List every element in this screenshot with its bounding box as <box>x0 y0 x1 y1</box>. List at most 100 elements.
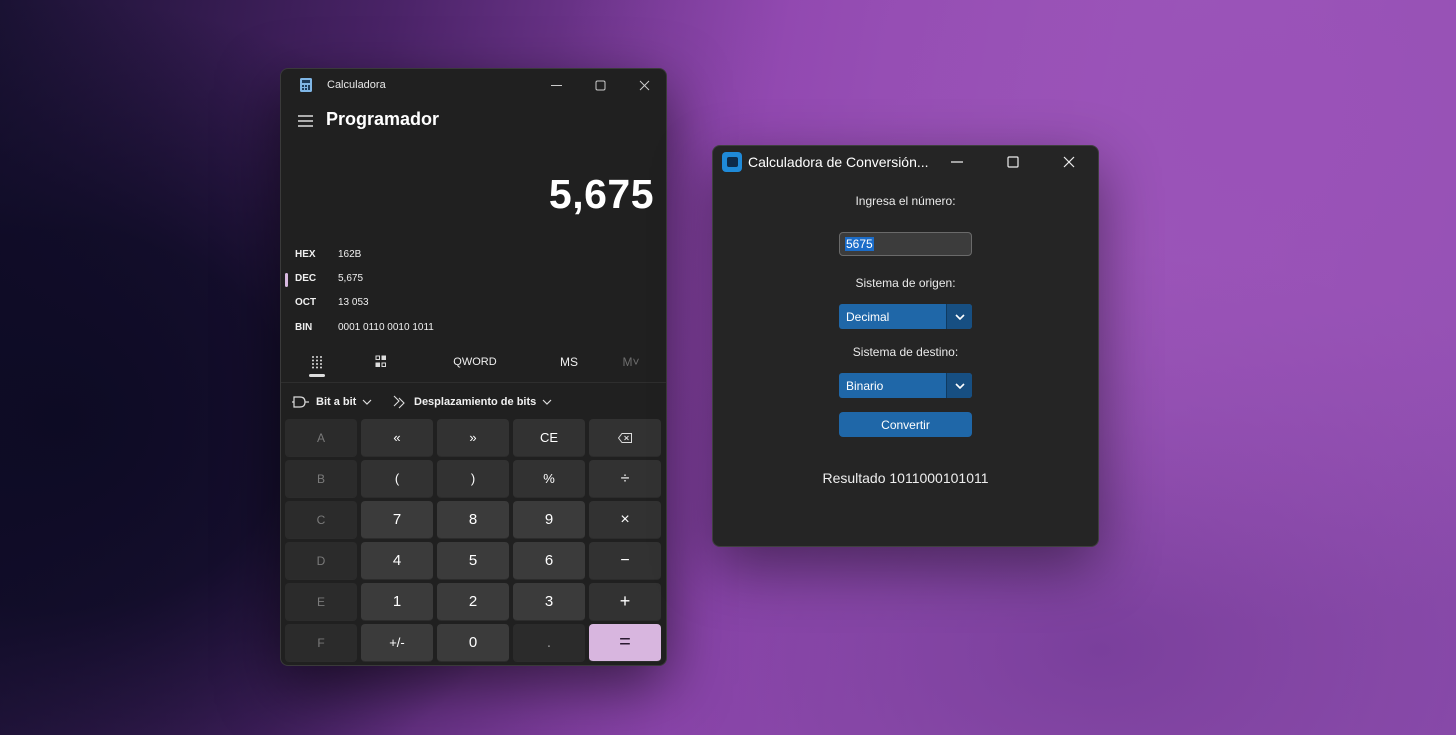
radix-label: OCT <box>295 297 317 308</box>
input-label: Ingresa el número: <box>855 194 956 208</box>
convert-button[interactable]: Convertir <box>839 412 972 437</box>
operators-bar: Bit a bit Desplazamiento de bits <box>281 387 666 417</box>
key-7[interactable]: 7 <box>361 501 433 539</box>
converter-minimize-button[interactable] <box>935 146 979 178</box>
number-input[interactable]: 5675 <box>839 232 972 256</box>
active-radix-indicator <box>285 273 288 287</box>
bit-toggling-keypad-tab[interactable] <box>365 347 397 377</box>
key-backspace[interactable] <box>589 419 661 457</box>
key-0[interactable]: 0 <box>437 624 509 662</box>
maximize-icon <box>595 80 605 90</box>
key-multiply[interactable]: × <box>589 501 661 539</box>
key-percent[interactable]: % <box>513 460 585 498</box>
radix-row-oct[interactable]: OCT 13 053 <box>281 292 666 316</box>
origin-label: Sistema de origen: <box>855 276 956 290</box>
bitwise-label: Bit a bit <box>316 396 357 408</box>
full-keypad-tab[interactable] <box>301 347 333 377</box>
key-hex-b[interactable]: B <box>285 460 357 498</box>
programmer-modebar: QWORD MS M˅ <box>281 347 666 381</box>
radix-row-dec[interactable]: DEC 5,675 <box>281 268 666 292</box>
destination-system-value: Binario <box>846 379 884 393</box>
key-2[interactable]: 2 <box>437 583 509 621</box>
radix-value: 5,675 <box>338 273 364 284</box>
converter-maximize-button[interactable] <box>991 146 1035 178</box>
chevron-down-icon <box>954 313 965 320</box>
key-add[interactable]: + <box>589 583 661 621</box>
calculator-close-button[interactable] <box>622 69 666 101</box>
converter-window-title: Calculadora de Conversión... <box>748 154 929 170</box>
keypad-grid-icon <box>312 356 322 369</box>
calculator-window-title: Calculadora <box>327 79 386 91</box>
bitwise-dropdown[interactable]: Bit a bit <box>292 387 372 417</box>
destination-label: Sistema de destino: <box>852 345 959 359</box>
origin-system-select[interactable]: Decimal <box>839 304 972 329</box>
radix-value: 13 053 <box>338 297 369 308</box>
bitshift-icon <box>393 395 405 409</box>
origin-system-value: Decimal <box>846 310 890 324</box>
radix-value: 162B <box>338 249 362 260</box>
key-6[interactable]: 6 <box>513 542 585 580</box>
key-clear-entry[interactable]: CE <box>513 419 585 457</box>
backspace-icon <box>618 432 632 443</box>
key-hex-a[interactable]: A <box>285 419 357 457</box>
minimize-icon <box>550 84 562 86</box>
key-left-shift[interactable]: « <box>361 419 433 457</box>
key-4[interactable]: 4 <box>361 542 433 580</box>
converter-window: Calculadora de Conversión... Ingresa el … <box>712 145 1099 547</box>
mode-title: Programador <box>326 109 440 129</box>
close-icon <box>639 80 649 90</box>
converter-app-icon <box>722 152 742 172</box>
close-icon <box>1063 156 1075 168</box>
divider <box>281 382 666 383</box>
calculator-window: Calculadora Programador 5,675 HEX 162B D… <box>280 68 667 666</box>
radix-label: DEC <box>295 273 317 284</box>
radix-row-hex[interactable]: HEX 162B <box>281 244 666 268</box>
bitshift-label: Desplazamiento de bits <box>414 396 537 408</box>
key-3[interactable]: 3 <box>513 583 585 621</box>
maximize-icon <box>1007 156 1019 168</box>
chevron-down-icon <box>362 399 372 405</box>
key-close-paren[interactable]: ) <box>437 460 509 498</box>
selected-tab-indicator <box>309 374 325 377</box>
key-hex-c[interactable]: C <box>285 501 357 539</box>
memory-store-button[interactable]: MS <box>551 347 587 377</box>
radix-value: 0001 0110 0010 1011 <box>338 322 434 333</box>
bit-toggle-icon <box>375 355 386 367</box>
result-display: 5,675 <box>548 171 654 217</box>
calculator-titlebar: Calculadora <box>281 69 666 101</box>
key-hex-e[interactable]: E <box>285 583 357 621</box>
key-right-shift[interactable]: » <box>437 419 509 457</box>
number-input-value: 5675 <box>845 237 874 251</box>
memory-menu-button[interactable]: M˅ <box>613 347 649 377</box>
destination-dropdown-arrow[interactable] <box>946 373 972 398</box>
converter-close-button[interactable] <box>1047 146 1091 178</box>
key-5[interactable]: 5 <box>437 542 509 580</box>
hamburger-icon <box>297 115 313 127</box>
destination-system-select[interactable]: Binario <box>839 373 972 398</box>
key-divide[interactable]: ÷ <box>589 460 661 498</box>
word-size-button[interactable]: QWORD <box>441 347 509 377</box>
bitshift-dropdown[interactable]: Desplazamiento de bits <box>392 387 552 417</box>
minimize-icon <box>951 161 963 163</box>
radix-label: HEX <box>295 249 316 260</box>
logic-gate-icon <box>292 396 309 408</box>
radix-label: BIN <box>295 322 313 333</box>
calculator-maximize-button[interactable] <box>578 69 622 101</box>
key-8[interactable]: 8 <box>437 501 509 539</box>
key-1[interactable]: 1 <box>361 583 433 621</box>
key-hex-d[interactable]: D <box>285 542 357 580</box>
key-negate[interactable]: +/- <box>361 624 433 662</box>
key-subtract[interactable]: − <box>589 542 661 580</box>
navigation-menu-button[interactable] <box>295 111 315 131</box>
key-open-paren[interactable]: ( <box>361 460 433 498</box>
radix-row-bin[interactable]: BIN 0001 0110 0010 1011 <box>281 317 666 341</box>
result-text: Resultado 1011000101011 <box>822 470 989 486</box>
calculator-app-icon <box>300 78 312 92</box>
key-9[interactable]: 9 <box>513 501 585 539</box>
chevron-down-icon <box>954 382 965 389</box>
key-equals[interactable]: = <box>589 624 661 662</box>
key-decimal[interactable]: . <box>513 624 585 662</box>
key-hex-f[interactable]: F <box>285 624 357 662</box>
origin-dropdown-arrow[interactable] <box>946 304 972 329</box>
calculator-minimize-button[interactable] <box>534 69 578 101</box>
